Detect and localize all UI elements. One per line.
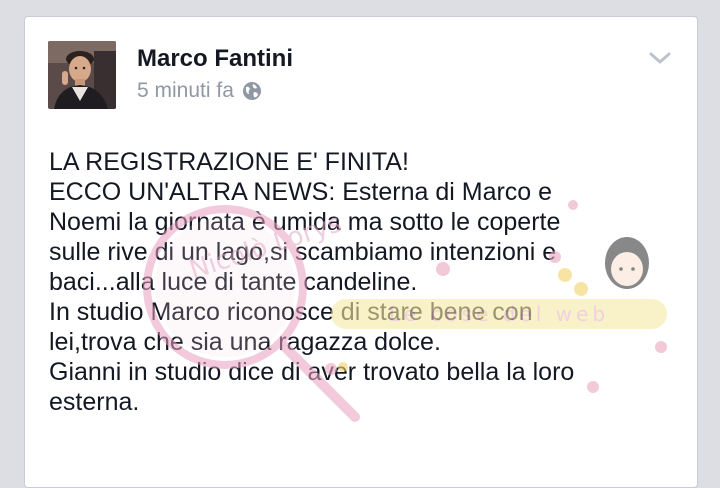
post-line: Gianni in studio dice di aver trovato be… <box>49 358 575 386</box>
globe-icon[interactable] <box>242 81 262 101</box>
timestamp[interactable]: 5 minuti fa <box>137 79 234 103</box>
avatar-photo <box>48 41 116 109</box>
post-line: LA REGISTRAZIONE E' FINITA! <box>49 148 409 176</box>
post-line: In studio Marco riconosce di stare bene … <box>49 298 533 326</box>
author-name[interactable]: Marco Fantini <box>137 45 293 73</box>
post-line: esterna. <box>49 388 140 416</box>
post-line: Noemi la giornata è umida ma sotto le co… <box>49 208 561 236</box>
avatar[interactable] <box>48 41 116 109</box>
post-card: Marco Fantini 5 minuti fa LA REGISTRAZIO… <box>24 16 698 488</box>
chevron-down-icon[interactable] <box>649 51 671 65</box>
post-line: ECCO UN'ALTRA NEWS: Esterna di Marco e <box>49 178 553 206</box>
post-meta: 5 minuti fa <box>137 79 262 103</box>
post-line: sulle rive di un lago,si scambiamo inten… <box>49 238 557 266</box>
post-line: lei,trova che sia una ragazza dolce. <box>49 328 441 356</box>
post-line: baci...alla luce di tante candeline. <box>49 268 418 296</box>
post-body: LA REGISTRAZIONE E' FINITA! ECCO UN'ALTR… <box>49 147 669 417</box>
